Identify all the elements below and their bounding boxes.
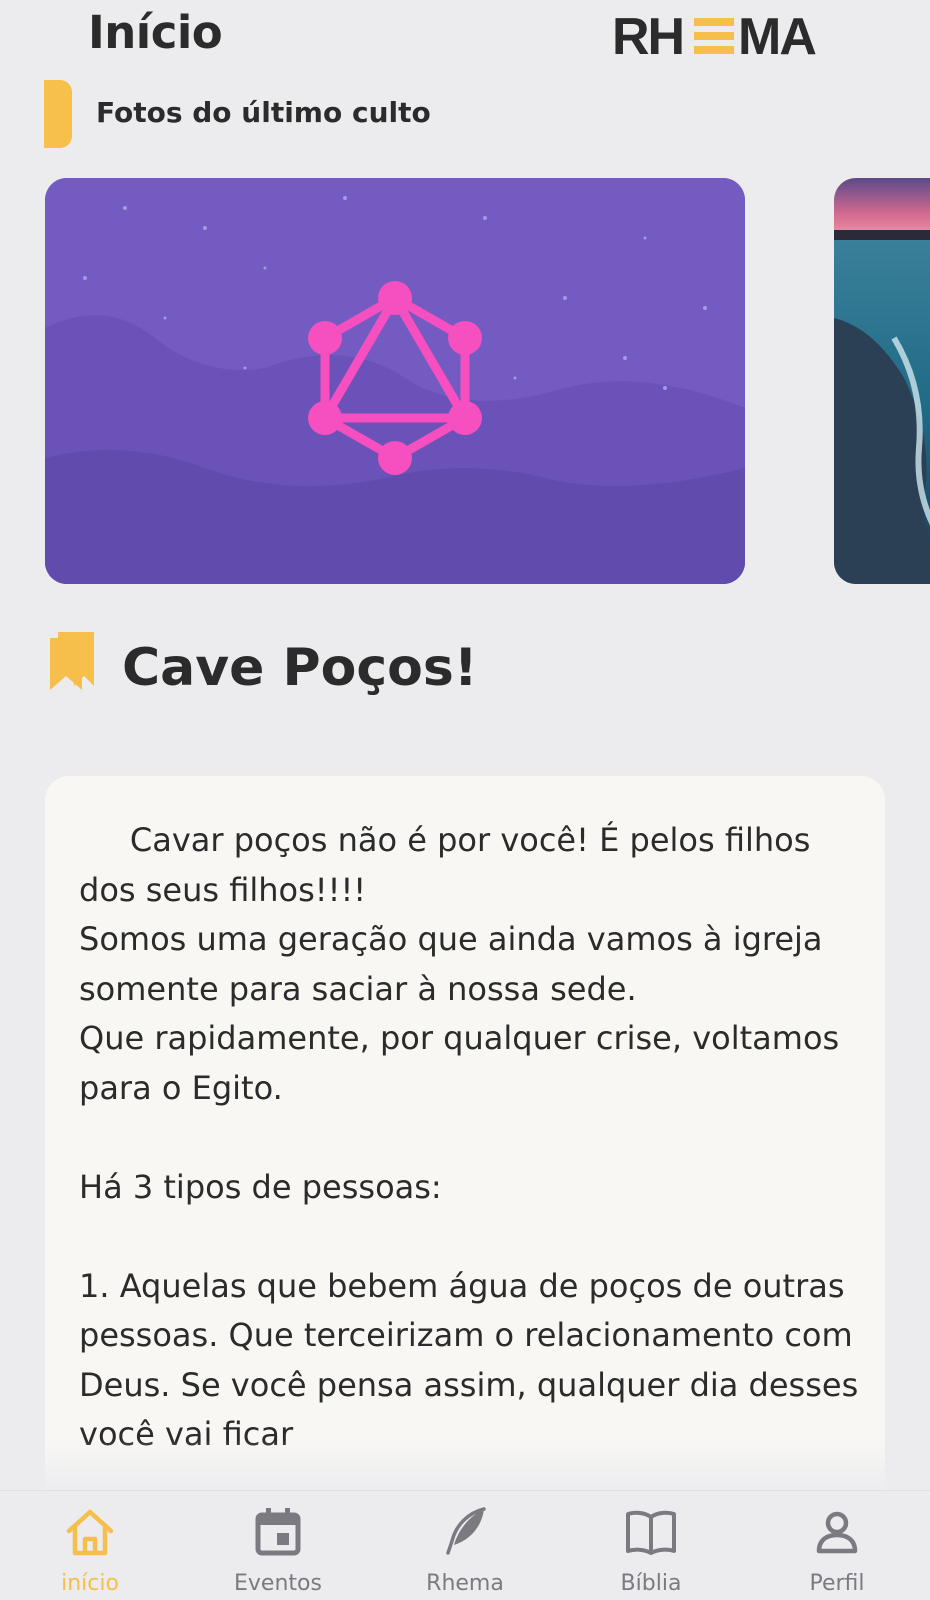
photo-card-beach[interactable] xyxy=(834,178,930,584)
tab-inicio[interactable]: início xyxy=(10,1491,170,1600)
tab-rhema[interactable]: Rhema xyxy=(385,1491,545,1600)
tab-eventos[interactable]: Eventos xyxy=(198,1491,358,1600)
header: Início RH MA xyxy=(0,0,930,80)
tab-label: Eventos xyxy=(234,1571,322,1596)
section-accent-bar xyxy=(44,80,72,148)
devotional-body: Cavar poços não é por você! É pelos filh… xyxy=(79,821,859,1453)
tab-biblia[interactable]: Bíblia xyxy=(571,1491,731,1600)
svg-text:RH: RH xyxy=(612,10,683,60)
bottom-tab-bar: início Eventos Rhema Bíblia Perfil xyxy=(0,1490,930,1600)
tab-label: Bíblia xyxy=(620,1571,682,1596)
calendar-icon xyxy=(255,1508,301,1556)
home-icon xyxy=(66,1509,114,1556)
book-icon xyxy=(626,1510,676,1555)
tab-perfil[interactable]: Perfil xyxy=(757,1491,917,1600)
graphql-illustration xyxy=(45,178,745,584)
section-label: Fotos do último culto xyxy=(96,96,431,129)
scroll-fade xyxy=(45,1440,885,1490)
devotional-title: Cave Poços! xyxy=(122,638,478,698)
bookmark-icon xyxy=(50,632,94,690)
rhema-logo: RH MA xyxy=(612,10,818,60)
photo-card-graphql[interactable] xyxy=(45,178,745,584)
tab-label: Rhema xyxy=(426,1571,504,1596)
devotional-header: Cave Poços! xyxy=(48,630,848,710)
section-header: Fotos do último culto xyxy=(44,80,644,148)
person-icon xyxy=(816,1511,858,1554)
tab-label: início xyxy=(61,1571,119,1596)
page-title: Início xyxy=(88,6,223,59)
tab-label: Perfil xyxy=(809,1571,865,1596)
photo-carousel[interactable] xyxy=(0,178,930,586)
svg-text:MA: MA xyxy=(738,10,816,60)
feather-icon xyxy=(446,1507,486,1555)
beach-photo xyxy=(834,178,930,584)
